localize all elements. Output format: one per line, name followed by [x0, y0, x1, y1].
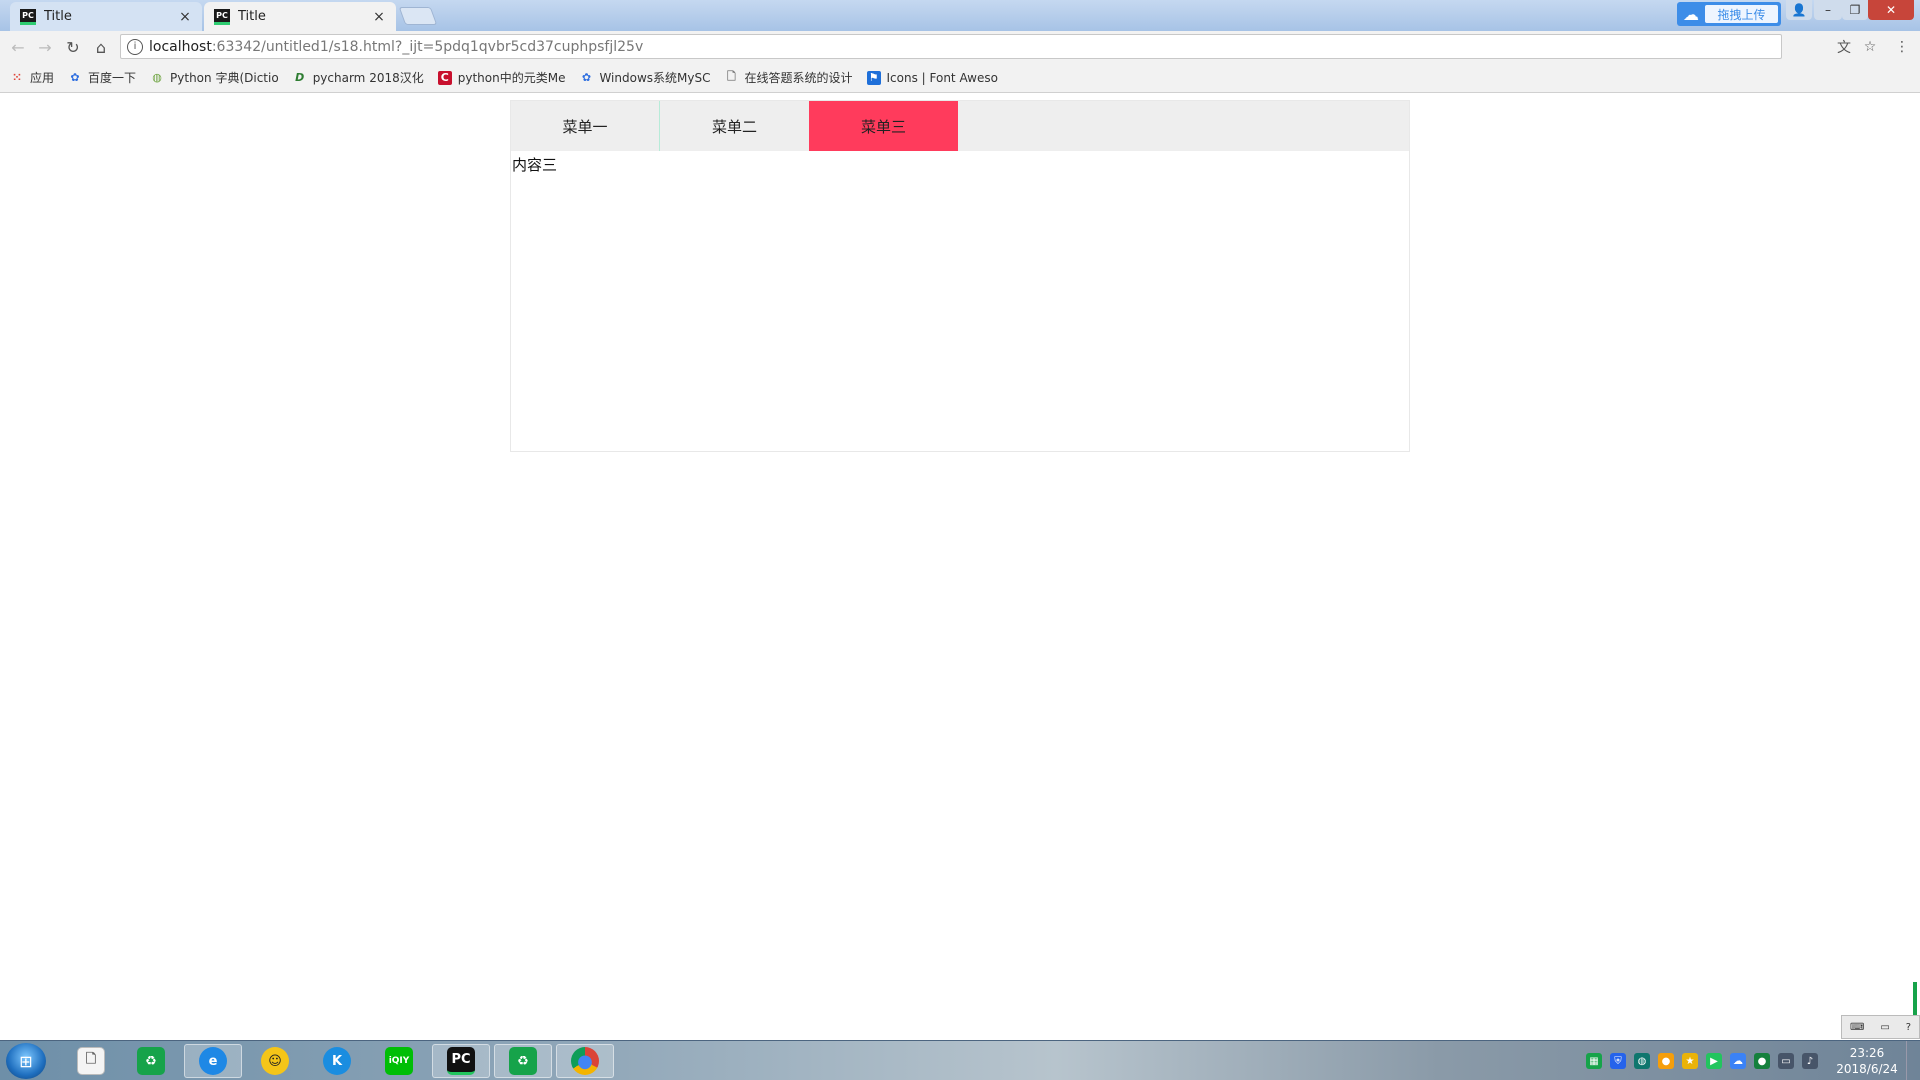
info-icon[interactable]: i — [127, 38, 143, 55]
tray-shield-icon[interactable]: ⛨ — [1610, 1053, 1626, 1069]
url-host: localhost — [149, 38, 212, 55]
url-path: :63342/untitled1/s18.html?_ijt=5pdq1qvbr… — [211, 38, 644, 55]
ime-toolbar[interactable]: ⌨ ▭ ? — [1841, 1015, 1920, 1039]
clock-date: 2018/6/24 — [1836, 1062, 1898, 1076]
user-icon[interactable]: 👤 — [1786, 0, 1812, 20]
keyboard-icon[interactable]: ⌨ — [1850, 1022, 1864, 1033]
system-tray: ▦ ⛨ ◍ ● ★ ▶ ☁ ● ▭ ♪ — [1586, 1053, 1818, 1069]
minimize-button[interactable]: – — [1814, 0, 1842, 20]
tray-globe-icon[interactable]: ◍ — [1634, 1053, 1650, 1069]
taskbar-recycle-app[interactable]: ♻ — [122, 1044, 180, 1078]
browser-tab-1[interactable]: PC Title × — [10, 2, 202, 31]
bookmark-label: pycharm 2018汉化 — [312, 71, 424, 85]
apps-grid-icon: ⁙ — [12, 71, 22, 84]
translate-icon[interactable]: 文 — [1834, 37, 1854, 57]
bookmark-baidu[interactable]: ✿ 百度一下 — [68, 69, 136, 86]
bookmark-label: Windows系统MySC — [599, 71, 711, 85]
tray-cloud-icon[interactable]: ☁ — [1730, 1053, 1746, 1069]
taskbar-file-explorer[interactable]: 🗋 — [62, 1044, 120, 1078]
new-tab-button[interactable] — [398, 7, 438, 25]
close-window-button[interactable]: ✕ — [1868, 0, 1914, 20]
clock-time: 23:26 — [1849, 1046, 1885, 1060]
bookmark-label: 百度一下 — [88, 71, 137, 85]
bookmark-label: python中的元类Me — [457, 71, 566, 85]
forward-arrow-icon[interactable]: → — [35, 37, 55, 57]
document-icon: 🗋 — [77, 1047, 105, 1075]
recycle-icon: ♻ — [509, 1047, 537, 1075]
d-logo-icon: D — [295, 71, 305, 84]
taskbar-iqiyi-app[interactable]: iQIY — [370, 1044, 428, 1078]
penguin-icon: ☺ — [261, 1047, 289, 1075]
flag-icon: ⚑ — [866, 70, 881, 85]
back-arrow-icon[interactable]: ← — [8, 37, 28, 57]
tab-widget: 菜单一 菜单二 菜单三 内容三 — [510, 100, 1410, 452]
bookmark-font-awesome[interactable]: ⚑ Icons | Font Aweso — [866, 70, 998, 85]
runoob-icon: ◍ — [152, 71, 162, 84]
tray-green-icon[interactable]: ● — [1754, 1053, 1770, 1069]
close-tab-icon[interactable]: × — [178, 9, 192, 25]
taskbar-pycharm-app[interactable]: PC — [432, 1044, 490, 1078]
bookmark-star-icon[interactable]: ☆ — [1860, 37, 1880, 57]
tray-monitor-icon[interactable]: ▭ — [1778, 1053, 1794, 1069]
tab-menu: 菜单一 菜单二 菜单三 — [511, 101, 1409, 151]
pycharm-favicon-icon: PC — [214, 8, 230, 25]
tab-content: 内容三 — [512, 156, 558, 174]
tray-star-icon[interactable]: ★ — [1682, 1053, 1698, 1069]
pycharm-icon: PC — [447, 1047, 475, 1075]
close-tab-icon[interactable]: × — [372, 9, 386, 25]
upload-label: 拖拽上传 — [1705, 5, 1778, 23]
clock[interactable]: 23:26 2018/6/24 — [1836, 1045, 1898, 1077]
bookmark-pycharm[interactable]: D pycharm 2018汉化 — [293, 69, 424, 86]
kugou-icon: K — [323, 1047, 351, 1075]
recycle-icon: ♻ — [137, 1047, 165, 1075]
ie-icon: e — [199, 1047, 227, 1075]
upload-widget[interactable]: ☁ 拖拽上传 — [1677, 2, 1781, 26]
bookmark-quiz-system[interactable]: 🗋 在线答题系统的设计 — [724, 69, 852, 86]
bookmark-mysql[interactable]: ✿ Windows系统MySC — [579, 69, 711, 86]
tray-play-icon[interactable]: ▶ — [1706, 1053, 1722, 1069]
taskbar-chrome-app[interactable]: ● — [556, 1044, 614, 1078]
tray-orange-icon[interactable]: ● — [1658, 1053, 1674, 1069]
bookmark-label: 应用 — [30, 71, 55, 85]
chrome-icon: ● — [571, 1047, 599, 1075]
bookmark-apps[interactable]: ⁙ 应用 — [10, 69, 54, 86]
bookmark-python-dict[interactable]: ◍ Python 字典(Dictio — [150, 69, 279, 86]
baidu-paw-icon: ✿ — [70, 71, 80, 84]
reload-icon[interactable]: ↻ — [63, 37, 83, 57]
browser-toolbar: ← → ↻ ⌂ i localhost :63342/untitled1/s18… — [0, 31, 1920, 63]
home-icon[interactable]: ⌂ — [91, 37, 111, 57]
bookmark-metaclass[interactable]: C python中的元类Me — [437, 69, 566, 86]
browser-tab-2[interactable]: PC Title × — [204, 2, 396, 31]
iqiyi-icon: iQIY — [385, 1047, 413, 1075]
bookmark-label: Icons | Font Aweso — [886, 70, 998, 85]
tab-menu-two[interactable]: 菜单二 — [660, 101, 809, 151]
maximize-button[interactable]: ❐ — [1842, 0, 1868, 20]
baidu-paw-icon: ✿ — [581, 71, 592, 84]
bookmarks-bar: ⁙ 应用 ✿ 百度一下 ◍ Python 字典(Dictio D pycharm… — [0, 63, 1920, 93]
show-desktop-button[interactable] — [1906, 1041, 1920, 1080]
start-button[interactable]: ⊞ — [6, 1043, 46, 1079]
page-icon: 🗋 — [727, 70, 736, 83]
tab-menu-three[interactable]: 菜单三 — [809, 101, 958, 151]
bookmark-label: Python 字典(Dictio — [170, 71, 279, 85]
taskbar: ⊞ 🗋 ♻ e ☺ K iQIY PC ♻ ● ▦ ⛨ ◍ ● ★ ▶ ☁ ● … — [0, 1040, 1920, 1080]
taskbar-qq-app[interactable]: ☺ — [246, 1044, 304, 1078]
tab-title: Title — [44, 9, 72, 24]
pycharm-favicon-icon: PC — [20, 8, 36, 25]
taskbar-ie-browser[interactable]: e — [184, 1044, 242, 1078]
tray-volume-icon[interactable]: ♪ — [1802, 1053, 1818, 1069]
browser-tab-strip: PC Title × PC Title × ☁ 拖拽上传 👤 – ❐ ✕ — [0, 0, 1920, 31]
csdn-c-icon: C — [437, 70, 452, 85]
menu-dots-icon[interactable]: ⋮ — [1892, 37, 1912, 57]
help-icon[interactable]: ? — [1906, 1022, 1911, 1033]
cloud-icon: ☁ — [1683, 4, 1699, 24]
ime-mode-icon[interactable]: ▭ — [1880, 1022, 1889, 1033]
taskbar-recycle-app-2[interactable]: ♻ — [494, 1044, 552, 1078]
tab-menu-one[interactable]: 菜单一 — [511, 101, 660, 151]
taskbar-kugou-app[interactable]: K — [308, 1044, 366, 1078]
tab-title: Title — [238, 9, 266, 24]
bookmark-label: 在线答题系统的设计 — [744, 71, 853, 85]
tray-network-icon[interactable]: ▦ — [1586, 1053, 1602, 1069]
address-bar[interactable]: i localhost :63342/untitled1/s18.html?_i… — [120, 34, 1782, 59]
